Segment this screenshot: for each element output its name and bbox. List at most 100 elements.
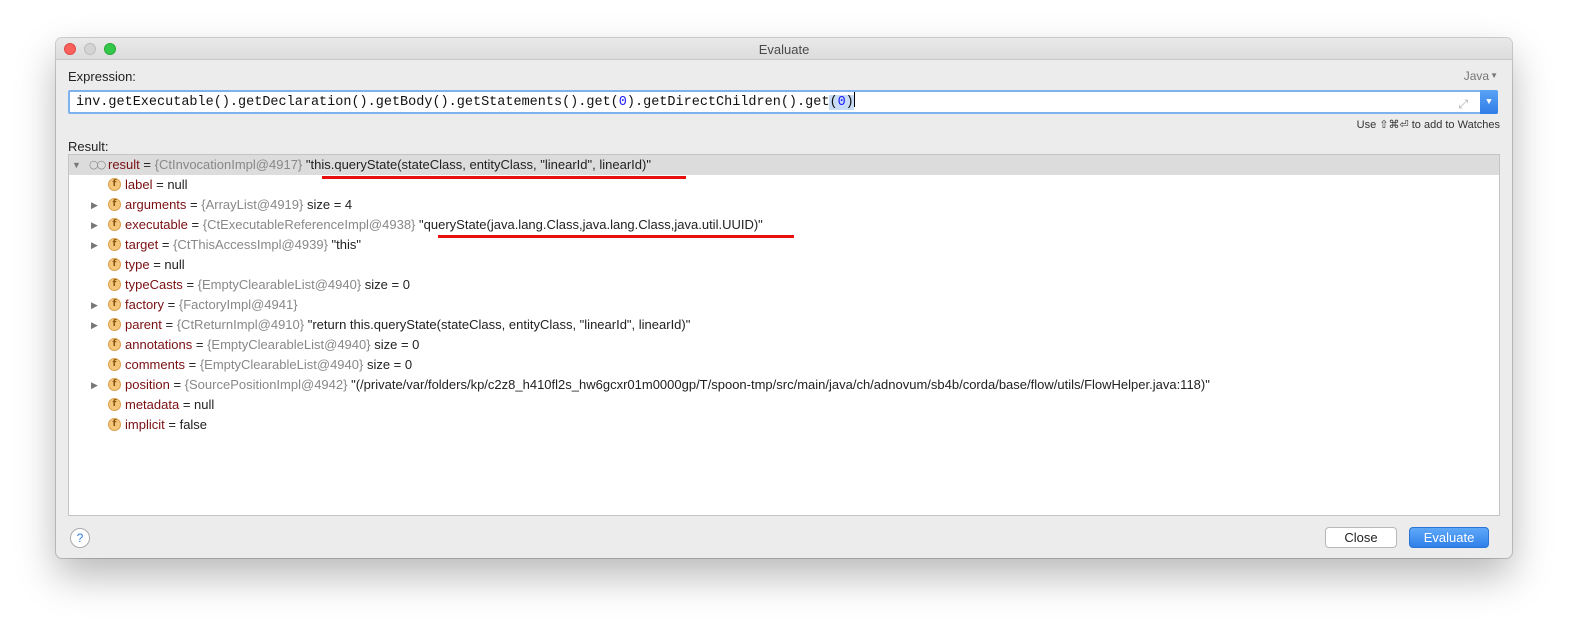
field-value: null	[194, 397, 215, 412]
red-annotation-underline	[438, 235, 794, 238]
field-name: type	[125, 257, 150, 272]
expression-label: Expression:	[68, 69, 136, 84]
tree-row[interactable]: ▶ f executable = {CtExecutableReferenceImp…	[69, 215, 1499, 235]
equals-sign: =	[182, 397, 191, 412]
window-title: Evaluate	[758, 42, 810, 57]
evaluate-button[interactable]: Evaluate	[1409, 527, 1489, 548]
field-value: "this.queryState(stateClass, entityClass…	[305, 157, 651, 172]
field-value: "(/private/var/folders/kp/c2z8_h410fl2s_…	[351, 377, 1210, 392]
tree-row[interactable]: f type = null	[69, 255, 1499, 275]
field-name: target	[125, 237, 159, 252]
tree-row[interactable]: f typeCasts = {EmptyClearableList@4940} s…	[69, 275, 1499, 295]
expression-code-prefix: inv.getExecutable().getDeclaration().get…	[76, 95, 619, 110]
field-value: null	[164, 257, 185, 272]
expand-arrow-icon[interactable]: ▶	[91, 215, 98, 235]
history-dropdown-button[interactable]: ▼	[1480, 90, 1498, 114]
equals-sign: =	[188, 357, 197, 372]
expand-arrow-icon[interactable]: ▶	[91, 195, 98, 215]
field-value: size = 0	[364, 277, 410, 292]
tree-row-text: typeCasts = {EmptyClearableList@4940} si…	[125, 275, 410, 295]
tree-row-text: type = null	[125, 255, 185, 275]
object-ref: {EmptyClearableList@4940}	[207, 337, 371, 352]
expand-icon[interactable]: ⤢	[1458, 94, 1468, 114]
tree-row[interactable]: ▶ f factory = {FactoryImpl@4941}	[69, 295, 1499, 315]
equals-sign: =	[165, 317, 174, 332]
field-name: factory	[125, 297, 165, 312]
equals-sign: =	[195, 337, 204, 352]
close-button[interactable]: Close	[1325, 527, 1397, 548]
result-root-row[interactable]: ▼ ○○ result = {CtInvocationImpl@4917} "thi…	[69, 155, 1499, 175]
expand-arrow-icon[interactable]: ▶	[91, 315, 98, 335]
tree-row-text: position = {SourcePositionImpl@4942} "(/…	[125, 375, 1210, 395]
tree-row[interactable]: ▶ f arguments = {ArrayList@4919} size = 4	[69, 195, 1499, 215]
tree-row[interactable]: f metadata = null	[69, 395, 1499, 415]
field-name: comments	[125, 357, 185, 372]
result-tree[interactable]: ▼ ○○ result = {CtInvocationImpl@4917} "thi…	[68, 154, 1500, 516]
help-button[interactable]: ?	[70, 528, 90, 548]
tree-row-text: metadata = null	[125, 395, 214, 415]
equals-sign: =	[173, 377, 182, 392]
tree-row-text: annotations = {EmptyClearableList@4940} …	[125, 335, 419, 355]
expression-code-middle: ).getDirectChildren().get	[626, 95, 830, 110]
expand-arrow-icon[interactable]: ▼	[72, 155, 81, 175]
field-icon: f	[108, 198, 121, 211]
field-name: parent	[125, 317, 162, 332]
object-ref: {EmptyClearableList@4940}	[197, 277, 362, 292]
field-name: metadata	[125, 397, 180, 412]
field-name: result	[108, 157, 140, 172]
field-icon: f	[108, 278, 121, 291]
object-ref: {FactoryImpl@4941}	[178, 297, 298, 312]
field-value: false	[179, 417, 208, 432]
tree-row[interactable]: f label = null	[69, 175, 1499, 195]
field-value: size = 0	[366, 357, 413, 372]
equals-sign: =	[186, 277, 195, 292]
evaluate-dialog: Evaluate Expression: Java▼ inv.getExecut…	[56, 38, 1512, 558]
expression-code-number: 0	[618, 95, 627, 110]
tree-row-text: implicit = false	[125, 415, 207, 435]
field-name: annotations	[125, 337, 193, 352]
tree-row-text: label = null	[125, 175, 188, 195]
tree-row[interactable]: f implicit = false	[69, 415, 1499, 435]
field-value: size = 4	[306, 197, 353, 212]
tree-row[interactable]: ▶ f target = {CtThisAccessImpl@4939} "this…	[69, 235, 1499, 255]
field-icon: f	[108, 178, 121, 191]
field-name: implicit	[125, 417, 165, 432]
field-name: label	[125, 177, 153, 192]
tree-row[interactable]: ▶ f parent = {CtReturnImpl@4910} "return t…	[69, 315, 1499, 335]
tree-row-text: executable = {CtExecutableReferenceImpl@…	[125, 215, 763, 235]
expand-arrow-icon[interactable]: ▶	[91, 295, 98, 315]
expression-code-brace-close: )	[845, 95, 854, 110]
object-ref: {SourcePositionImpl@4942}	[184, 377, 348, 392]
chevron-down-icon: ▼	[1490, 71, 1498, 80]
tree-row-text: arguments = {ArrayList@4919} size = 4	[125, 195, 352, 215]
tree-row-text: target = {CtThisAccessImpl@4939} "this"	[125, 235, 361, 255]
object-ref: {CtThisAccessImpl@4939}	[173, 237, 328, 252]
expression-code-number: 0	[837, 95, 846, 110]
expression-input[interactable]: inv.getExecutable().getDeclaration().get…	[68, 90, 1498, 114]
object-ref: {CtReturnImpl@4910}	[176, 317, 305, 332]
field-icon: f	[108, 218, 121, 231]
text-cursor	[853, 92, 855, 107]
expression-code-brace-open: (	[829, 95, 838, 110]
tree-row[interactable]: f annotations = {EmptyClearableList@4940}…	[69, 335, 1499, 355]
language-selector[interactable]: Java▼	[1464, 69, 1498, 83]
field-name: position	[125, 377, 170, 392]
field-icon: f	[108, 318, 121, 331]
field-icon: f	[108, 378, 121, 391]
tree-row-text: parent = {CtReturnImpl@4910} "return thi…	[125, 315, 690, 335]
expand-arrow-icon[interactable]: ▶	[91, 235, 98, 255]
object-ref: {EmptyClearableList@4940}	[199, 357, 364, 372]
language-value: Java	[1463, 69, 1490, 83]
field-value: "return this.queryState(stateClass, enti…	[307, 317, 691, 332]
equals-sign: =	[191, 217, 200, 232]
tree-row-text: factory = {FactoryImpl@4941}	[125, 295, 298, 315]
add-to-watches-hint: Use ⇧⌘⏎ to add to Watches	[1356, 119, 1500, 131]
result-label: Result:	[68, 139, 109, 154]
field-name: executable	[125, 217, 188, 232]
expand-arrow-icon[interactable]: ▶	[91, 375, 98, 395]
tree-row[interactable]: ▶ f position = {SourcePositionImpl@4942} "…	[69, 375, 1499, 395]
object-ref: {ArrayList@4919}	[201, 197, 304, 212]
equals-sign: =	[190, 197, 198, 212]
field-icon: f	[108, 238, 121, 251]
tree-row[interactable]: f comments = {EmptyClearableList@4940} si…	[69, 355, 1499, 375]
